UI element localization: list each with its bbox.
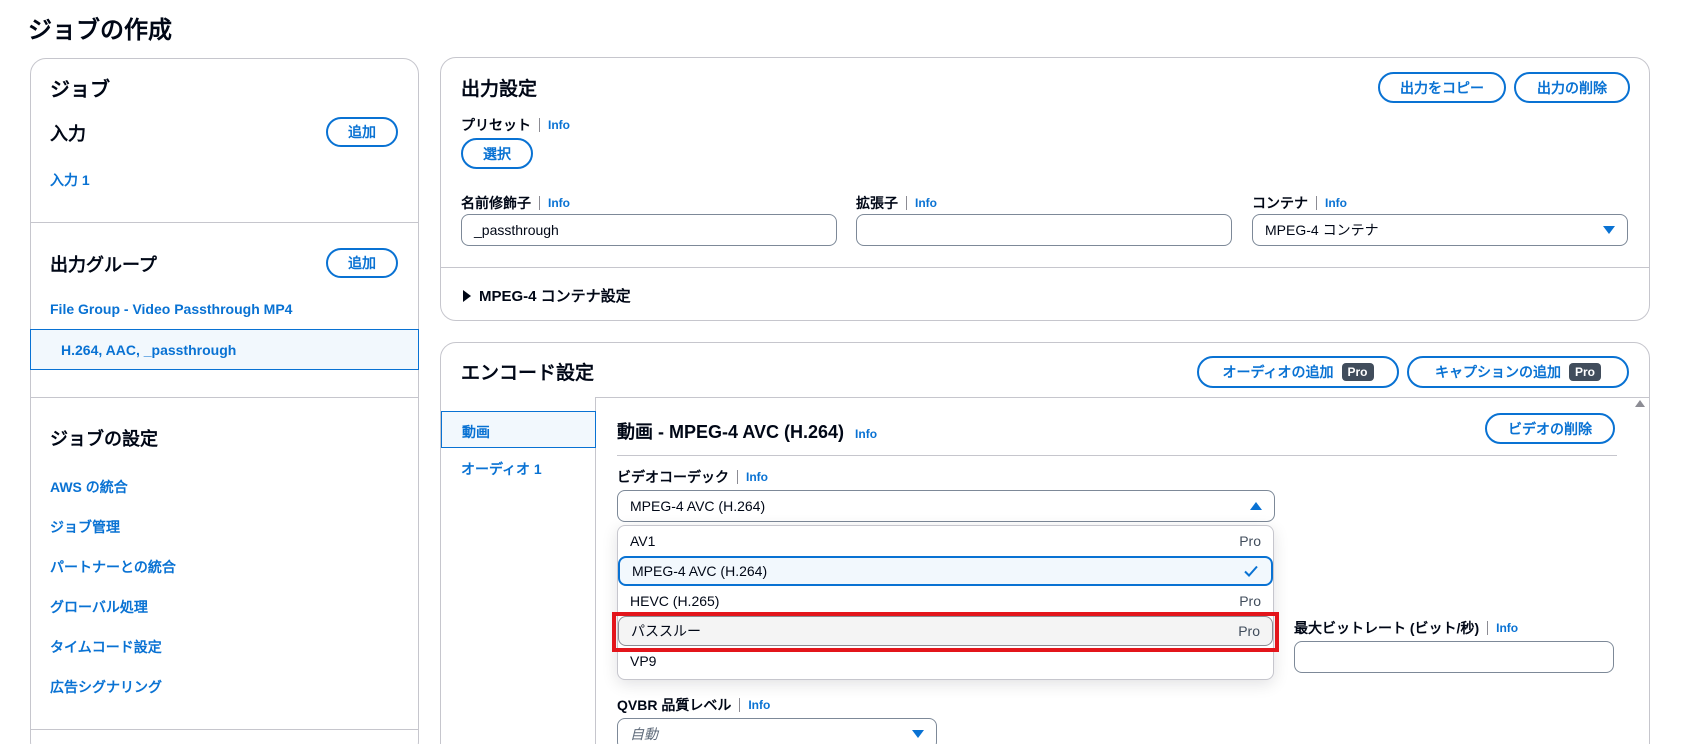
video-codec-dropdown: AV1 Pro MPEG-4 AVC (H.264) HEVC (H.265) … (617, 525, 1274, 680)
extension-label: 拡張子 Info (856, 193, 937, 213)
nav-item-partner-integration[interactable]: パートナーとの統合 (50, 557, 176, 577)
nav-item-job-management[interactable]: ジョブ管理 (50, 517, 120, 537)
codec-option-tag: Pro (1239, 533, 1261, 549)
video-info-link[interactable]: Info (855, 427, 877, 441)
delete-video-button[interactable]: ビデオの削除 (1485, 413, 1615, 444)
extension-input[interactable] (856, 214, 1232, 246)
nav-item-timecode-settings[interactable]: タイムコード設定 (50, 637, 162, 657)
nav-item-ad-signaling[interactable]: 広告シグナリング (50, 677, 162, 697)
codec-option-label: VP9 (630, 653, 657, 669)
container-label: コンテナ Info (1252, 193, 1347, 213)
add-audio-label: オーディオの追加 (1222, 364, 1334, 380)
video-section-title: 動画 - MPEG-4 AVC (H.264) (617, 422, 845, 442)
add-output-group-button[interactable]: 追加 (326, 248, 398, 278)
tab-video-label: 動画 (462, 424, 490, 440)
add-caption-button[interactable]: キャプションの追加 Pro (1407, 356, 1629, 388)
name-modifier-input[interactable]: _passthrough (461, 214, 837, 246)
name-modifier-label-text: 名前修飾子 (461, 195, 531, 211)
divider (617, 455, 1617, 456)
qvbr-placeholder: 自動 (630, 726, 658, 742)
pro-badge: Pro (1341, 363, 1374, 381)
separator (1316, 196, 1317, 210)
separator (906, 196, 907, 210)
highlight-box (612, 612, 1279, 652)
codec-option-av1[interactable]: AV1 Pro (618, 526, 1273, 556)
container-select-value: MPEG-4 コンテナ (1265, 222, 1379, 238)
output-group-heading: 出力グループ (50, 255, 157, 275)
divider (596, 397, 1649, 398)
max-bitrate-label: 最大ビットレート (ビット/秒) Info (1294, 618, 1518, 638)
nav-item-aws-integration[interactable]: AWS の統合 (50, 477, 128, 497)
qvbr-select[interactable]: 自動 (617, 718, 937, 744)
qvbr-info-link[interactable]: Info (748, 698, 770, 712)
caret-down-icon (912, 730, 924, 738)
codec-option-label: AV1 (630, 533, 656, 549)
divider (31, 222, 418, 223)
container-settings-label: MPEG-4 コンテナ設定 (479, 288, 631, 305)
output-settings-panel: 出力設定 出力をコピー 出力の削除 プリセット Info 選択 名前修飾子 In… (440, 57, 1650, 321)
extension-label-text: 拡張子 (856, 195, 898, 211)
nav-item-input-1[interactable]: 入力 1 (50, 170, 90, 190)
video-codec-label: ビデオコーデック Info (617, 467, 768, 487)
job-navigation-panel: ジョブ 入力 追加 入力 1 出力グループ 追加 File Group - Vi… (30, 58, 419, 744)
divider (31, 729, 418, 730)
separator (539, 196, 540, 210)
container-settings-expander[interactable]: MPEG-4 コンテナ設定 (463, 285, 631, 306)
check-icon (1244, 565, 1258, 577)
preset-label: プリセット Info (461, 115, 570, 135)
preset-info-link[interactable]: Info (548, 118, 570, 132)
add-input-button[interactable]: 追加 (326, 117, 398, 147)
qvbr-label-text: QVBR 品質レベル (617, 697, 732, 713)
add-caption-label: キャプションの追加 (1434, 364, 1561, 380)
tab-audio-1[interactable]: オーディオ 1 (461, 459, 542, 479)
preset-label-text: プリセット (461, 117, 531, 133)
tabs-divider (595, 397, 596, 744)
max-bitrate-input[interactable] (1294, 641, 1614, 673)
max-bitrate-label-text: 最大ビットレート (ビット/秒) (1294, 620, 1480, 636)
nav-item-global-processing[interactable]: グローバル処理 (50, 597, 148, 617)
job-settings-heading: ジョブの設定 (50, 429, 158, 449)
pro-badge: Pro (1568, 363, 1601, 381)
caret-right-icon (463, 289, 471, 302)
caret-up-icon (1250, 502, 1262, 510)
page-title: ジョブの作成 (28, 17, 172, 44)
output-settings-heading: 出力設定 (461, 79, 538, 100)
video-codec-info-link[interactable]: Info (746, 470, 768, 484)
codec-option-tag: Pro (1239, 593, 1261, 609)
video-codec-select[interactable]: MPEG-4 AVC (H.264) (617, 490, 1275, 522)
name-modifier-label: 名前修飾子 Info (461, 193, 570, 213)
video-codec-value: MPEG-4 AVC (H.264) (630, 498, 766, 514)
caret-down-icon (1603, 226, 1615, 234)
tab-video[interactable]: 動画 (441, 411, 596, 448)
encode-settings-heading: エンコード設定 (461, 363, 595, 384)
name-modifier-info-link[interactable]: Info (548, 196, 570, 210)
video-codec-label-text: ビデオコーデック (617, 469, 729, 485)
max-bitrate-info-link[interactable]: Info (1496, 621, 1518, 635)
container-select[interactable]: MPEG-4 コンテナ (1252, 214, 1628, 246)
codec-option-label: HEVC (H.265) (630, 593, 720, 609)
job-heading: ジョブ (50, 79, 110, 101)
copy-output-button[interactable]: 出力をコピー (1378, 72, 1506, 103)
scroll-up-icon[interactable] (1635, 400, 1645, 407)
input-heading: 入力 (50, 124, 86, 144)
delete-output-button[interactable]: 出力の削除 (1514, 72, 1630, 103)
qvbr-label: QVBR 品質レベル Info (617, 695, 770, 715)
separator (737, 470, 738, 484)
divider (31, 397, 418, 398)
extension-info-link[interactable]: Info (915, 196, 937, 210)
separator (739, 698, 741, 712)
separator (539, 118, 540, 132)
preset-select-button[interactable]: 選択 (461, 138, 533, 169)
nav-item-output-label: H.264, AAC, _passthrough (61, 342, 237, 358)
add-audio-button[interactable]: オーディオの追加 Pro (1197, 356, 1399, 388)
video-section-heading: 動画 - MPEG-4 AVC (H.264) Info (617, 418, 877, 444)
separator (1487, 621, 1489, 635)
container-info-link[interactable]: Info (1325, 196, 1347, 210)
codec-option-label: MPEG-4 AVC (H.264) (632, 563, 768, 579)
nav-item-output-group[interactable]: File Group - Video Passthrough MP4 (50, 301, 292, 317)
nav-item-output-selected[interactable]: H.264, AAC, _passthrough (30, 329, 419, 370)
container-label-text: コンテナ (1252, 195, 1308, 211)
codec-option-h264[interactable]: MPEG-4 AVC (H.264) (618, 556, 1273, 586)
divider (441, 267, 1649, 268)
